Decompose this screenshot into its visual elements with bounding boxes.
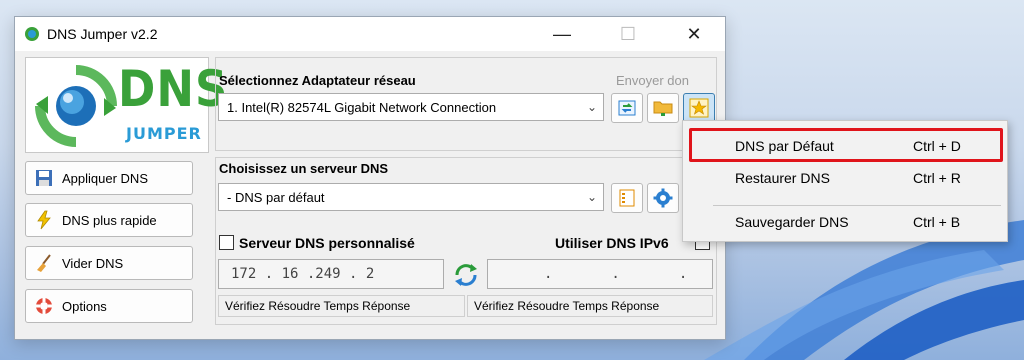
- menu-separator: [713, 205, 1001, 206]
- chevron-down-icon: ⌄: [586, 100, 597, 114]
- logo-jumper-text: JUMPER: [126, 124, 202, 143]
- menu-item-shortcut: Ctrl + B: [913, 214, 961, 230]
- menu-item-label: Sauvegarder DNS: [735, 214, 849, 230]
- primary-dns-input[interactable]: 172 . 16 .249 . 2: [218, 259, 444, 289]
- list-icon: [619, 189, 635, 207]
- dns-list-button[interactable]: [611, 183, 643, 213]
- secondary-dns-value: . . .: [544, 266, 688, 282]
- refresh-adapters-button[interactable]: [611, 93, 643, 123]
- swap-dns-button[interactable]: [449, 261, 485, 289]
- status-primary: Vérifiez Résoudre Temps Réponse: [218, 295, 465, 317]
- swap-arrows-icon: [455, 264, 477, 286]
- adapter-select[interactable]: 1. Intel(R) 82574L Gigabit Network Conne…: [218, 93, 604, 121]
- refresh-arrows-icon: [618, 100, 636, 116]
- menu-item-restore-dns[interactable]: Restaurer DNS Ctrl + R: [683, 163, 1007, 193]
- menu-item-shortcut: Ctrl + R: [913, 170, 961, 186]
- flush-dns-label: Vider DNS: [62, 255, 124, 271]
- close-button[interactable]: ✕: [671, 17, 717, 51]
- fastest-dns-label: DNS plus rapide: [62, 212, 157, 228]
- flush-dns-button[interactable]: Vider DNS: [25, 246, 193, 280]
- custom-dns-checkbox[interactable]: [219, 235, 234, 250]
- status-secondary: Vérifiez Résoudre Temps Réponse: [467, 295, 713, 317]
- menu-highlight-outline: [689, 128, 1003, 162]
- broom-icon: [37, 254, 51, 272]
- gear-icon: [653, 188, 673, 208]
- dns-server-selected-value: - DNS par défaut: [227, 189, 325, 205]
- context-menu: DNS par Défaut Ctrl + D Restaurer DNS Ct…: [682, 120, 1008, 242]
- dns-server-select[interactable]: - DNS par défaut ⌄: [218, 183, 604, 211]
- ipv6-label: Utiliser DNS IPv6: [555, 235, 669, 251]
- menu-item-label: Restaurer DNS: [735, 170, 830, 186]
- adapter-selected-value: 1. Intel(R) 82574L Gigabit Network Conne…: [227, 99, 497, 115]
- logo-panel: DNS JUMPER: [25, 57, 227, 153]
- favorites-button[interactable]: [683, 93, 715, 123]
- title-bar[interactable]: DNS Jumper v2.2 — ☐ ✕: [15, 17, 725, 51]
- donate-link[interactable]: Envoyer don: [616, 73, 689, 88]
- apply-dns-label: Appliquer DNS: [62, 170, 148, 186]
- custom-dns-label: Serveur DNS personnalisé: [239, 235, 415, 251]
- primary-dns-value: 172 . 16 .249 . 2: [231, 266, 375, 282]
- app-logo-icon: [25, 27, 39, 41]
- lightning-icon: [37, 210, 51, 230]
- app-window: DNS Jumper v2.2 — ☐ ✕ DNS JUMPER Appliqu…: [14, 16, 726, 340]
- floppy-disk-icon: [36, 170, 52, 186]
- network-folder-button[interactable]: [647, 93, 679, 123]
- dns-settings-button[interactable]: [647, 183, 679, 213]
- chevron-down-icon: ⌄: [586, 190, 597, 204]
- network-folder-icon: [653, 101, 673, 116]
- options-label: Options: [62, 298, 107, 314]
- dns-server-heading: Choisissez un serveur DNS: [219, 161, 389, 176]
- window-title: DNS Jumper v2.2: [47, 26, 158, 42]
- options-button[interactable]: Options: [25, 289, 193, 323]
- menu-item-backup-dns[interactable]: Sauvegarder DNS Ctrl + B: [683, 207, 1007, 237]
- lifebuoy-icon: [36, 298, 52, 314]
- minimize-button[interactable]: —: [539, 17, 585, 51]
- globe-logo-icon: [35, 65, 117, 147]
- maximize-button[interactable]: ☐: [605, 17, 651, 51]
- apply-dns-button[interactable]: Appliquer DNS: [25, 161, 193, 195]
- secondary-dns-input[interactable]: . . .: [487, 259, 713, 289]
- star-icon: [689, 98, 709, 118]
- adapter-heading: Sélectionnez Adaptateur réseau: [219, 73, 416, 88]
- logo-dns-text: DNS: [118, 60, 229, 118]
- fastest-dns-button[interactable]: DNS plus rapide: [25, 203, 193, 237]
